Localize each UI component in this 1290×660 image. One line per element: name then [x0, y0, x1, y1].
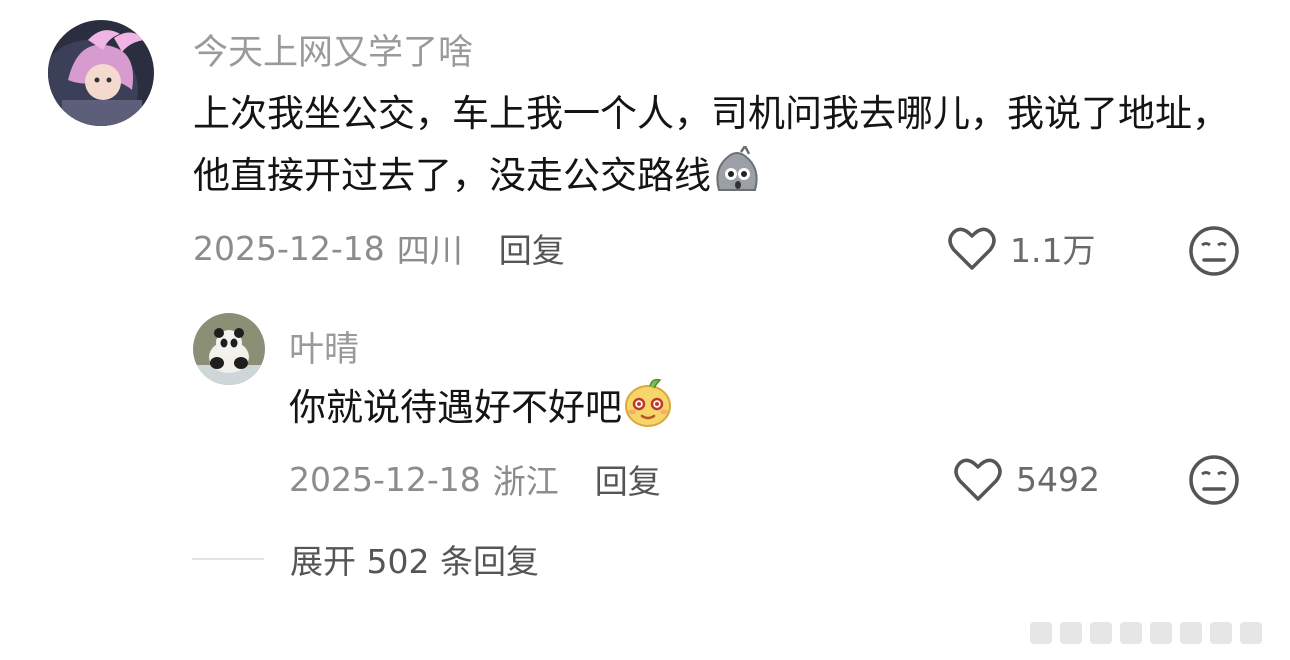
- reply-avatar[interactable]: [193, 313, 265, 385]
- comment-location: 四川: [396, 231, 463, 270]
- reply-dislike-button[interactable]: [1188, 454, 1240, 510]
- reply-text: 你就说待遇好不好吧: [289, 376, 1189, 447]
- expand-replies-label: 展开 502 条回复: [290, 542, 539, 581]
- comment-text: 上次我坐公交，车上我一个人，司机问我去哪儿，我说了地址，他直接开过去了，没走公交…: [193, 83, 1253, 215]
- neutral-face-icon: [1189, 226, 1239, 276]
- smirk-face-emoji-icon: [622, 376, 674, 447]
- expand-divider: [192, 558, 264, 560]
- neutral-face-icon: [1189, 455, 1239, 505]
- reply-like-button[interactable]: 5492: [952, 455, 1100, 503]
- reply-reply-button[interactable]: 回复: [595, 455, 661, 503]
- comment-like-count: 1.1万: [1010, 231, 1096, 270]
- reply-date: 2025-12-18: [289, 459, 481, 499]
- expand-replies-button[interactable]: 展开 502 条回复: [192, 535, 539, 583]
- reply-location: 浙江: [492, 462, 559, 501]
- heart-outline-icon: [952, 455, 1004, 503]
- reply-meta: 2025-12-18 浙江 回复: [289, 455, 661, 503]
- shocked-face-emoji-icon: [711, 143, 763, 215]
- comment-reply-button[interactable]: 回复: [499, 224, 565, 272]
- reply-username[interactable]: 叶晴: [289, 321, 359, 372]
- comment-date: 2025-12-18: [193, 228, 385, 268]
- heart-outline-icon: [946, 224, 998, 272]
- reply-text-body: 你就说待遇好不好吧: [289, 386, 622, 429]
- comment-username[interactable]: 今天上网又学了啥: [193, 24, 473, 75]
- comment-meta: 2025-12-18 四川 回复: [193, 224, 565, 272]
- comment-dislike-button[interactable]: [1188, 225, 1240, 281]
- comment-avatar[interactable]: [48, 20, 154, 126]
- comment-like-button[interactable]: 1.1万: [946, 224, 1095, 272]
- reply-like-count: 5492: [1016, 459, 1100, 499]
- watermark: [1030, 620, 1280, 646]
